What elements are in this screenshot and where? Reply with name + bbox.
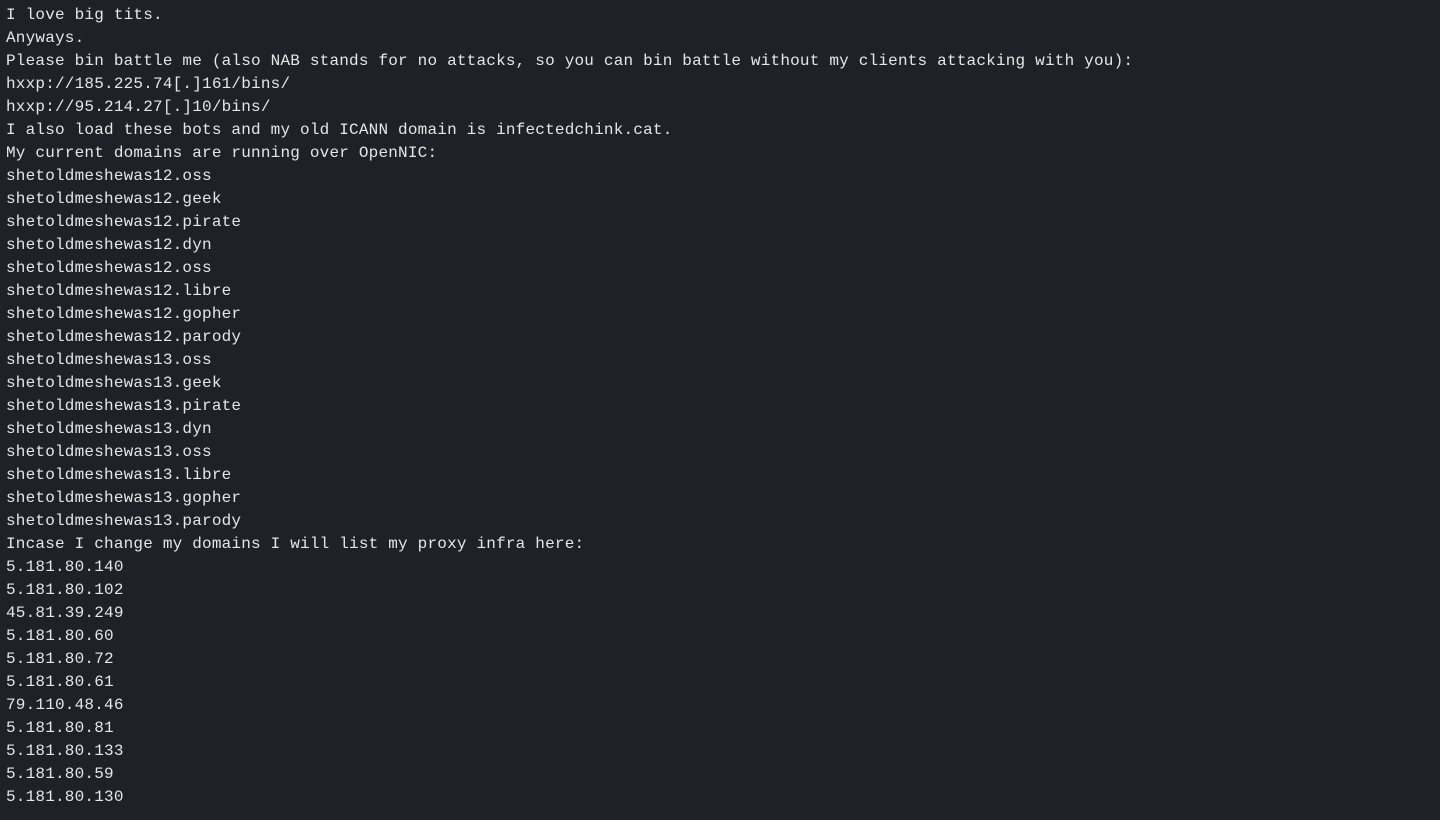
text-line: shetoldmeshewas12.dyn (6, 234, 1434, 257)
text-line: shetoldmeshewas13.parody (6, 510, 1434, 533)
text-line: hxxp://95.214.27[.]10/bins/ (6, 96, 1434, 119)
text-line: My current domains are running over Open… (6, 142, 1434, 165)
text-line: shetoldmeshewas12.parody (6, 326, 1434, 349)
text-line: 79.110.48.46 (6, 694, 1434, 717)
text-line: 5.181.80.59 (6, 763, 1434, 786)
text-line: shetoldmeshewas13.libre (6, 464, 1434, 487)
text-line: shetoldmeshewas13.pirate (6, 395, 1434, 418)
text-line: shetoldmeshewas13.geek (6, 372, 1434, 395)
text-line: 5.181.80.140 (6, 556, 1434, 579)
text-line: shetoldmeshewas13.gopher (6, 487, 1434, 510)
text-line: hxxp://185.225.74[.]161/bins/ (6, 73, 1434, 96)
text-line: shetoldmeshewas12.oss (6, 165, 1434, 188)
text-line: 5.181.80.60 (6, 625, 1434, 648)
text-line: 5.181.80.61 (6, 671, 1434, 694)
text-line: 5.181.80.72 (6, 648, 1434, 671)
text-line: 5.181.80.130 (6, 786, 1434, 809)
text-line: Anyways. (6, 27, 1434, 50)
text-line: 45.81.39.249 (6, 602, 1434, 625)
text-line: Please bin battle me (also NAB stands fo… (6, 50, 1434, 73)
text-line: shetoldmeshewas12.pirate (6, 211, 1434, 234)
text-line: 5.181.80.133 (6, 740, 1434, 763)
text-line: I also load these bots and my old ICANN … (6, 119, 1434, 142)
text-line: shetoldmeshewas13.dyn (6, 418, 1434, 441)
text-line: 5.181.80.81 (6, 717, 1434, 740)
text-line: shetoldmeshewas12.geek (6, 188, 1434, 211)
text-line: shetoldmeshewas13.oss (6, 441, 1434, 464)
text-line: 5.181.80.102 (6, 579, 1434, 602)
text-line: shetoldmeshewas12.libre (6, 280, 1434, 303)
text-line: I love big tits. (6, 4, 1434, 27)
text-line: shetoldmeshewas12.oss (6, 257, 1434, 280)
text-line: Incase I change my domains I will list m… (6, 533, 1434, 556)
terminal-text-block: I love big tits.Anyways.Please bin battl… (6, 4, 1434, 809)
text-line: shetoldmeshewas12.gopher (6, 303, 1434, 326)
text-line: shetoldmeshewas13.oss (6, 349, 1434, 372)
